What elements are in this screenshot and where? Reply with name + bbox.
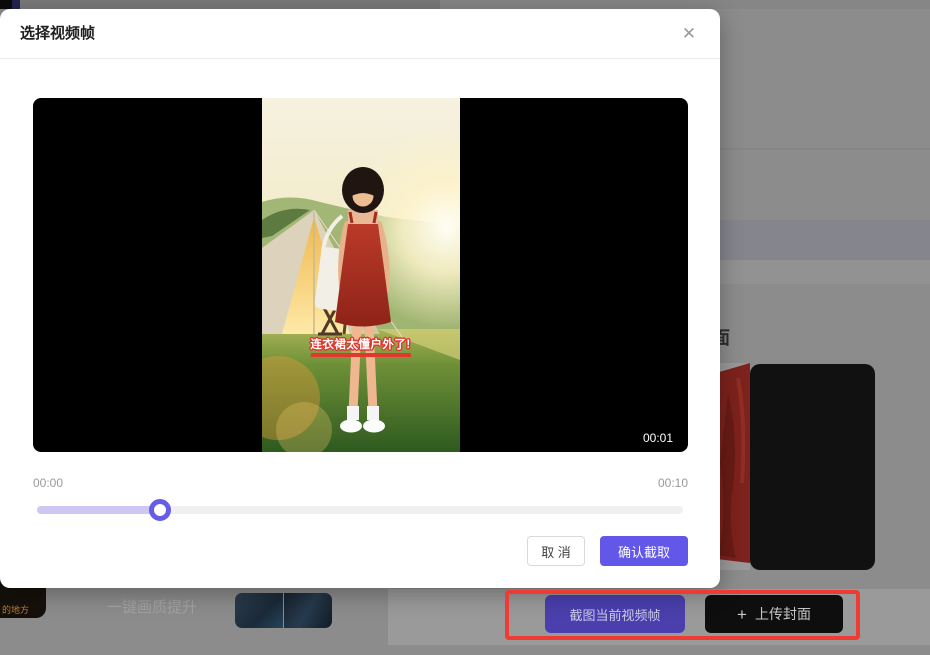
background-thumbnail-blue-2 [284,593,332,628]
close-icon[interactable]: ✕ [678,23,700,45]
slider-fill [37,506,160,514]
capture-current-frame-button[interactable]: 截图当前视频帧 [545,595,685,633]
video-frame: 连衣裙太懂户外了! [261,98,460,452]
topbar-accent-segment [12,0,20,9]
background-row [700,260,930,284]
capture-current-frame-label: 截图当前视频帧 [569,607,661,623]
video-player[interactable]: 连衣裙太懂户外了! 00:01 [33,98,688,452]
modal-footer: 取 消 确认截取 [527,536,688,566]
modal-title: 选择视频帧 [20,25,96,42]
video-scene [261,98,460,452]
cancel-button[interactable]: 取 消 [527,536,585,566]
timeline-start-label: 00:00 [33,476,64,490]
slider-handle[interactable] [148,499,171,521]
background-selected-row [700,220,930,260]
timeline-labels: 00:00 00:10 [33,476,688,490]
background-divider [700,148,930,150]
screen: 面 的地方 一键画质提升 截图当前视频帧 + 上传封面 选择视频帧 ✕ 连衣裙太… [0,0,930,655]
background-thumbnail-blue-1 [235,593,283,628]
upload-cover-button[interactable]: + 上传封面 [705,595,843,633]
timeline-slider[interactable] [37,499,683,521]
modal-header: 选择视频帧 ✕ [0,9,720,59]
enhance-quality-label: 一键画质提升 [107,599,198,616]
upload-cover-label: 上传封面 [754,606,811,622]
video-timecode: 00:01 [642,431,673,445]
plus-icon: + [737,604,747,624]
left-thumbnail-caption: 的地方 [2,605,30,615]
confirm-capture-button[interactable]: 确认截取 [600,536,688,566]
select-video-frame-modal: 选择视频帧 ✕ 连衣裙太懂户外了! 00:01 00:00 00:10 取 消 … [0,9,720,588]
cover-thumbnail-black[interactable] [750,364,875,570]
timeline-end-label: 00:10 [657,476,688,490]
topbar-light-segment [440,0,930,9]
background-topbar [0,0,930,9]
video-caption: 连衣裙太懂户外了! [310,336,411,357]
topbar-dark-segment [0,0,12,9]
